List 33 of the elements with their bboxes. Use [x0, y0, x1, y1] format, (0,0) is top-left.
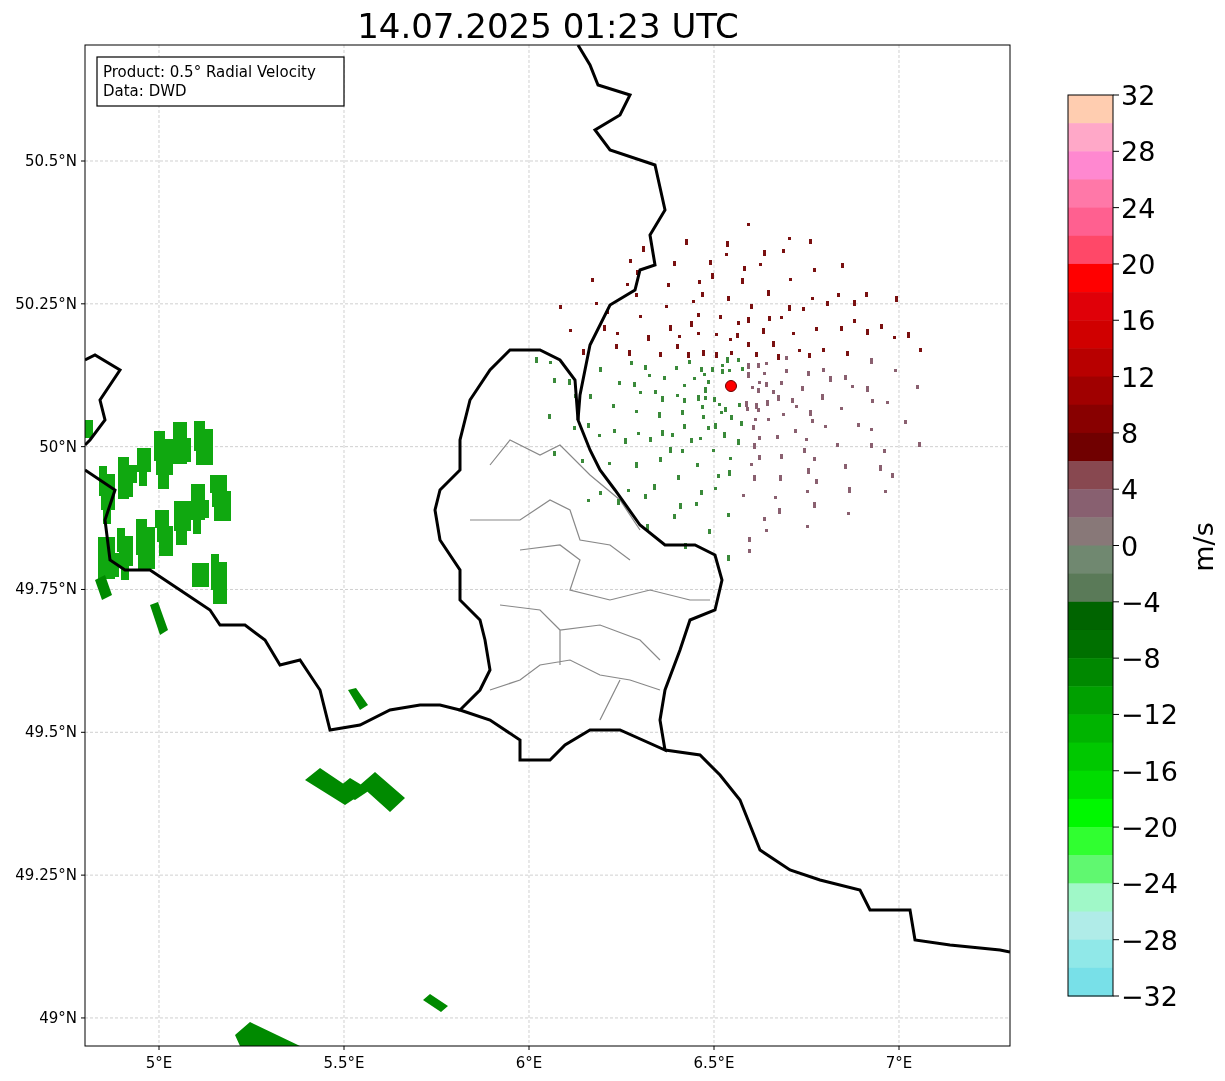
colorbar-tick-label: −32	[1121, 981, 1178, 1012]
axis-label: 49.75°N	[15, 580, 77, 599]
axis-label: 6.5°E	[693, 1054, 735, 1072]
colorbar-tick-label: −4	[1121, 586, 1161, 618]
axis-label: 49.5°N	[24, 723, 77, 742]
colorbar-tick-label: 4	[1121, 474, 1139, 506]
colorbar-tick-label: 16	[1121, 305, 1156, 337]
colorbar-tick-label: −24	[1121, 868, 1178, 900]
colorbar-label: m/s	[1188, 522, 1219, 572]
colorbar-tick-label: −8	[1121, 643, 1161, 675]
colorbar-tick-label: 0	[1121, 530, 1139, 562]
legend-text: Data: DWD	[103, 82, 187, 100]
colorbar-tick-label: −12	[1121, 699, 1178, 731]
axis-label: 50°N	[39, 437, 77, 456]
colorbar-tick-label: −20	[1121, 812, 1178, 844]
axis-label: 49°N	[39, 1008, 77, 1027]
axis-label: 50.5°N	[24, 152, 77, 170]
axis-label: 50.25°N	[15, 294, 77, 313]
colorbar-tick-label: 28	[1121, 136, 1156, 168]
legend-text: Product: 0.5° Radial Velocity	[103, 63, 316, 81]
axis-label: 5.5°E	[323, 1054, 365, 1072]
axis-label: 7°E	[885, 1054, 913, 1072]
colorbar-tick-label: −16	[1121, 755, 1178, 787]
chart-title: 14.07.2025 01:23 UTC	[357, 6, 739, 46]
axis-label: 6°E	[515, 1054, 543, 1072]
colorbar-tick-label: −28	[1121, 924, 1178, 956]
colorbar-tick-label: 12	[1121, 361, 1156, 393]
colorbar-tick-label: 32	[1121, 80, 1156, 111]
colorbar-tick-label: 20	[1121, 248, 1156, 280]
colorbar-tick-label: 8	[1121, 417, 1139, 449]
axis-label: 49.25°N	[15, 866, 77, 885]
axis-label: 5°E	[145, 1054, 173, 1072]
colorbar-tick-label: 24	[1121, 192, 1156, 224]
